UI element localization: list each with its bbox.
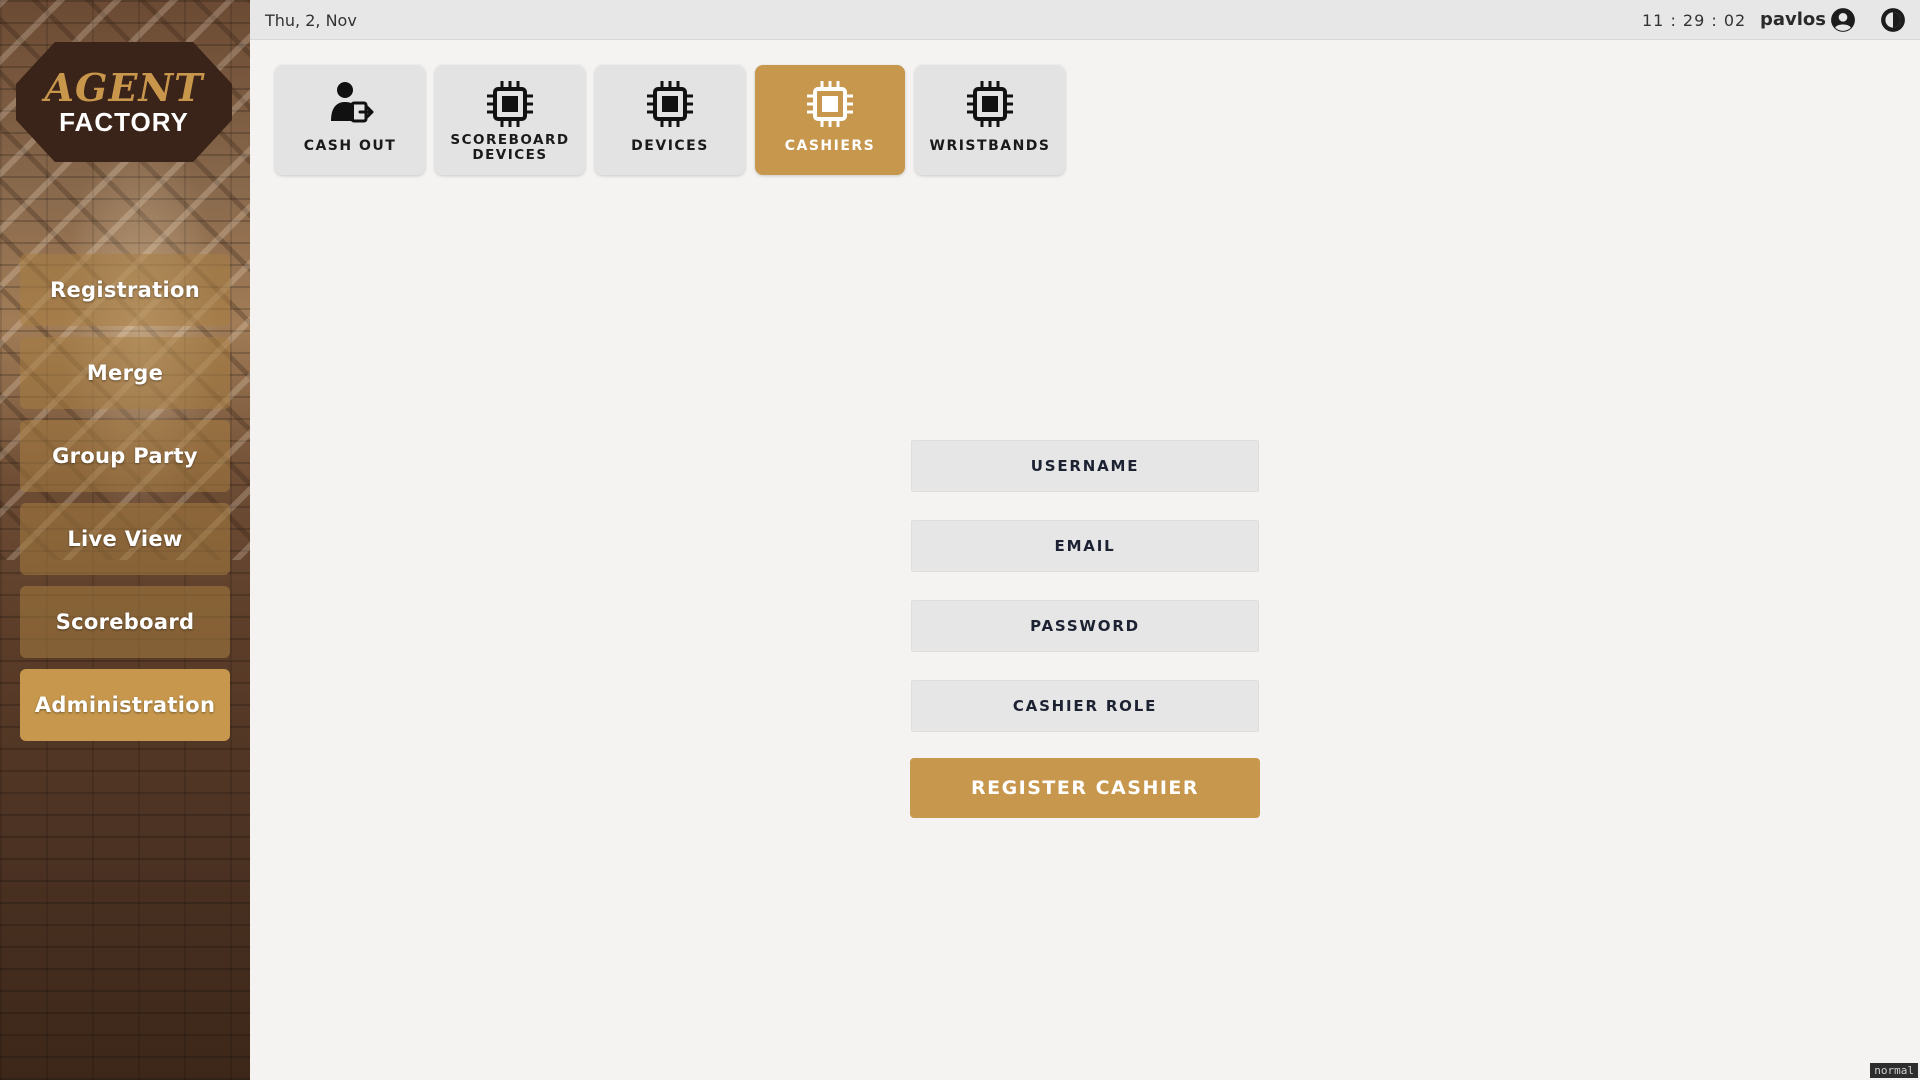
tile-scoreboard-devices[interactable]: SCOREBOARD DEVICES xyxy=(435,65,585,175)
username-field[interactable] xyxy=(912,441,1258,491)
logo-line-1: AGENT xyxy=(44,65,204,110)
chip-icon xyxy=(483,77,537,131)
user-circle-icon[interactable] xyxy=(1830,7,1856,33)
sidebar-item-scoreboard[interactable]: Scoreboard xyxy=(20,586,230,658)
sidebar-item-registration[interactable]: Registration xyxy=(20,254,230,326)
tile-label: CASHIERS xyxy=(784,138,876,154)
chip-icon xyxy=(643,77,697,131)
tile-devices[interactable]: DEVICES xyxy=(595,65,745,175)
tile-cash-out[interactable]: CASH OUT xyxy=(275,65,425,175)
sidebar-item-group-party[interactable]: Group Party xyxy=(20,420,230,492)
chip-icon xyxy=(963,77,1017,131)
agent-factory-logo[interactable]: AGENT FACTORY xyxy=(16,42,232,162)
logo-line-2: FACTORY xyxy=(59,107,189,137)
current-date: Thu, 2, Nov xyxy=(265,11,357,30)
tile-cashiers[interactable]: CASHIERS xyxy=(755,65,905,175)
password-field-wrapper xyxy=(911,600,1259,652)
current-time: 11 : 29 : 02 xyxy=(1642,11,1747,30)
chip-icon xyxy=(803,77,857,131)
tile-label: WRISTBANDS xyxy=(929,138,1051,154)
username-label[interactable]: pavlos xyxy=(1760,9,1826,30)
password-field[interactable] xyxy=(912,601,1258,651)
sidebar: AGENT FACTORY Registration Merge Group P… xyxy=(0,0,250,1080)
register-cashier-form: REGISTER CASHIER xyxy=(910,440,1260,818)
sidebar-item-merge[interactable]: Merge xyxy=(20,337,230,409)
sidebar-item-administration[interactable]: Administration xyxy=(20,669,230,741)
sidebar-item-live-view[interactable]: Live View xyxy=(20,503,230,575)
register-cashier-button[interactable]: REGISTER CASHIER xyxy=(910,758,1260,818)
contrast-icon[interactable] xyxy=(1880,7,1906,33)
tile-label: DEVICES xyxy=(631,138,709,154)
tile-label: CASH OUT xyxy=(303,138,397,154)
sidebar-nav: Registration Merge Group Party Live View… xyxy=(20,254,230,752)
tile-wristbands[interactable]: WRISTBANDS xyxy=(915,65,1065,175)
email-field-wrapper xyxy=(911,520,1259,572)
admin-tiles: CASH OUT SCOREBOARD DEVICES DEVICES CASH… xyxy=(275,65,1065,175)
cashier-role-field-wrapper xyxy=(911,680,1259,732)
mode-indicator: normal xyxy=(1870,1063,1918,1078)
email-field[interactable] xyxy=(912,521,1258,571)
cashier-role-field[interactable] xyxy=(912,681,1258,731)
tile-label-line-1: SCOREBOARD xyxy=(450,132,570,148)
top-bar: Thu, 2, Nov 11 : 29 : 02 pavlos xyxy=(250,0,1920,40)
tile-label-line-2: DEVICES xyxy=(472,147,548,163)
user-exit-icon xyxy=(323,77,377,131)
username-field-wrapper xyxy=(911,440,1259,492)
tile-label: SCOREBOARD DEVICES xyxy=(444,133,575,163)
